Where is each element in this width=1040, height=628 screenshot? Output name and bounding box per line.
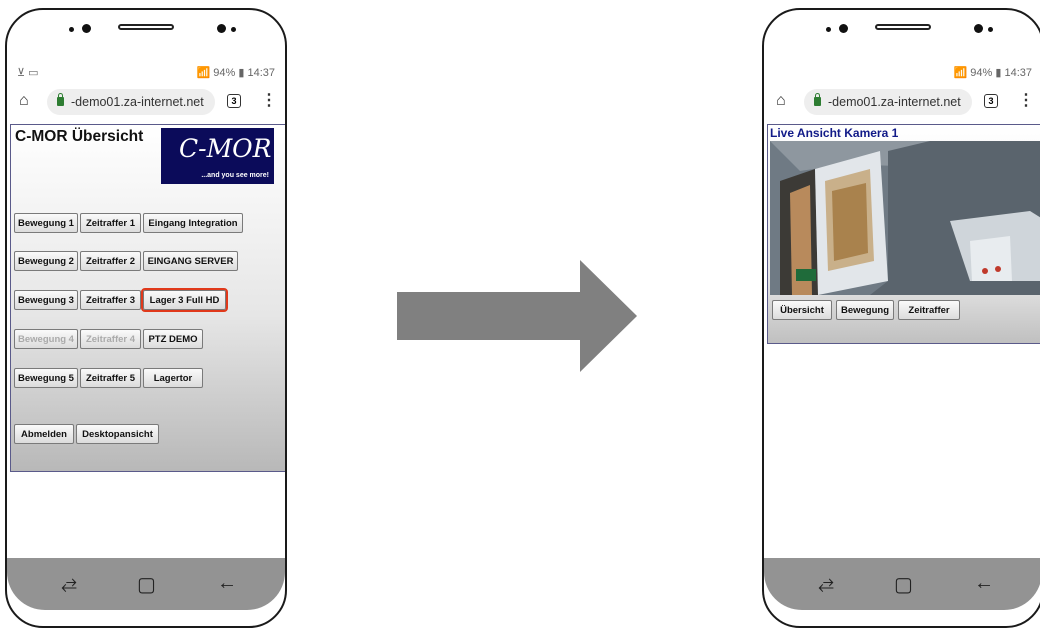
lock-icon: [57, 93, 64, 106]
status-bar: 📶 94% ▮ 14:37: [764, 62, 1040, 82]
logo-text: C-MOR: [179, 134, 272, 163]
logo-tagline: ...and you see more!: [201, 172, 269, 179]
bewegung-2-button[interactable]: Bewegung 2: [14, 251, 78, 271]
bewegung-3-button[interactable]: Bewegung 3: [14, 290, 78, 310]
url-text: -demo01.za-internet.net: [71, 95, 204, 109]
sensor-2: [988, 27, 993, 32]
recent-apps-icon[interactable]: ⥄: [61, 572, 77, 595]
tab-switcher-icon[interactable]: 3: [984, 94, 998, 108]
browser-toolbar: ⌂ -demo01.za-internet.net 3 ⋮: [7, 86, 285, 118]
android-nav-bar: ⥄ ▢ ←: [764, 558, 1040, 610]
menu-icon[interactable]: ⋮: [261, 90, 277, 110]
desktopansicht-button[interactable]: Desktopansicht: [76, 424, 159, 444]
tab-switcher-icon[interactable]: 3: [227, 94, 241, 108]
zeitraffer-1-button[interactable]: Zeitraffer 1: [80, 213, 141, 233]
browser-toolbar: ⌂ -demo01.za-internet.net 3 ⋮: [764, 86, 1040, 118]
home-button-icon[interactable]: ▢: [137, 572, 156, 597]
home-icon[interactable]: ⌂: [776, 92, 794, 110]
url-text: -demo01.za-internet.net: [828, 95, 961, 109]
camera-image: [770, 141, 1040, 295]
url-bar[interactable]: -demo01.za-internet.net: [804, 89, 972, 115]
sensor: [826, 27, 831, 32]
eingang-integration-button[interactable]: Eingang Integration: [143, 213, 243, 233]
front-camera: [839, 24, 848, 33]
abmelden-button[interactable]: Abmelden: [14, 424, 74, 444]
zeitraffer-2-button[interactable]: Zeitraffer 2: [80, 251, 141, 271]
camera-scene-icon: [770, 141, 1040, 295]
front-camera: [82, 24, 91, 33]
phone-right: 📶 94% ▮ 14:37 ⌂ -demo01.za-internet.net …: [762, 8, 1040, 628]
cmor-logo: C-MOR ...and you see more!: [161, 128, 274, 184]
speaker: [875, 24, 931, 30]
front-camera-2: [217, 24, 226, 33]
arrow-right-icon: [397, 260, 637, 372]
android-nav-bar: ⥄ ▢ ←: [7, 558, 285, 610]
zeitraffer-3-button[interactable]: Zeitraffer 3: [80, 290, 141, 310]
status-left: ⊻ ▭: [17, 67, 39, 79]
overview-page: C-MOR Übersicht C-MOR ...and you see mor…: [10, 124, 285, 472]
back-icon[interactable]: ←: [217, 572, 237, 595]
home-button-icon[interactable]: ▢: [894, 572, 913, 597]
front-camera-2: [974, 24, 983, 33]
zeitraffer-4-button[interactable]: Zeitraffer 4: [80, 329, 141, 349]
bewegung-button[interactable]: Bewegung: [836, 300, 894, 320]
status-bar: ⊻ ▭ 📶 94% ▮ 14:37: [7, 62, 285, 82]
ptz-demo-button[interactable]: PTZ DEMO: [143, 329, 203, 349]
zeitraffer-5-button[interactable]: Zeitraffer 5: [80, 368, 141, 388]
zeitraffer-button[interactable]: Zeitraffer: [898, 300, 960, 320]
status-right: 📶 94% ▮ 14:37: [953, 67, 1032, 79]
eingang-server-button[interactable]: EINGANG SERVER: [143, 251, 238, 271]
bewegung-5-button[interactable]: Bewegung 5: [14, 368, 78, 388]
page-title: C-MOR Übersicht: [15, 128, 144, 145]
bewegung-1-button[interactable]: Bewegung 1: [14, 213, 78, 233]
menu-icon[interactable]: ⋮: [1018, 90, 1034, 110]
bewegung-4-button[interactable]: Bewegung 4: [14, 329, 78, 349]
uebersicht-button[interactable]: Übersicht: [772, 300, 832, 320]
lock-icon: [814, 93, 821, 106]
sensor: [69, 27, 74, 32]
live-title: Live Ansicht Kamera 1: [770, 126, 899, 140]
back-icon[interactable]: ←: [974, 572, 994, 595]
home-icon[interactable]: ⌂: [19, 92, 37, 110]
recent-apps-icon[interactable]: ⥄: [818, 572, 834, 595]
lagertor-button[interactable]: Lagertor: [143, 368, 203, 388]
phone-left: ⊻ ▭ 📶 94% ▮ 14:37 ⌂ -demo01.za-internet.…: [5, 8, 287, 628]
sensor-2: [231, 27, 236, 32]
speaker: [118, 24, 174, 30]
status-right: 📶 94% ▮ 14:37: [196, 67, 275, 79]
lager-3-full-hd-button[interactable]: Lager 3 Full HD: [141, 288, 228, 312]
url-bar[interactable]: -demo01.za-internet.net: [47, 89, 215, 115]
live-view-page: Live Ansicht Kamera 1 Übersicht Bewegung: [767, 124, 1040, 344]
